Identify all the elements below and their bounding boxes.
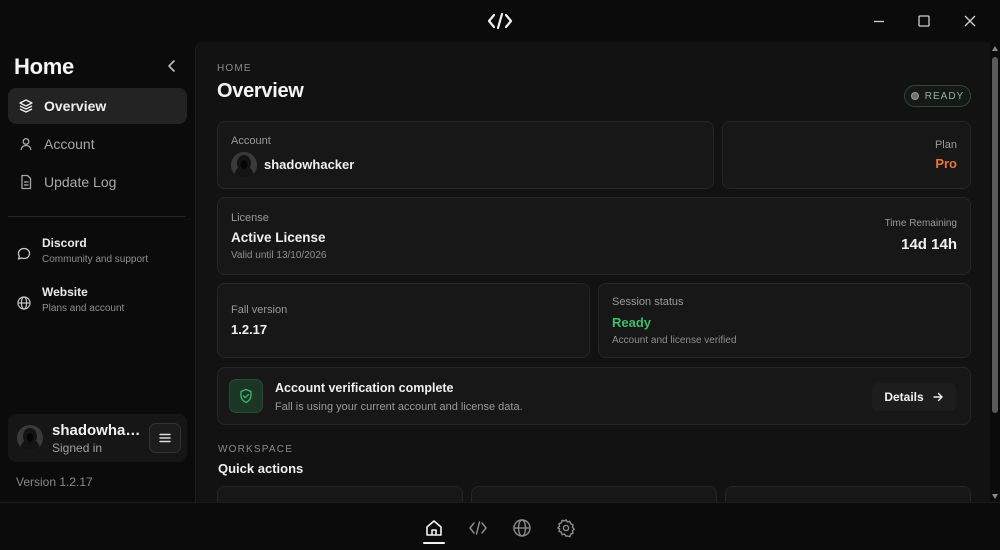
user-icon	[18, 136, 34, 152]
globe-icon	[16, 295, 32, 311]
page-title: Overview	[217, 80, 304, 102]
document-icon	[18, 174, 34, 190]
user-status: Signed in	[52, 441, 103, 455]
license-valid-until: Valid until 13/10/2026	[231, 250, 327, 261]
discord-link[interactable]: Discord Community and support	[16, 236, 186, 272]
sidebar-divider	[8, 216, 186, 217]
main-content: HOME Overview READY Account shadowhacker…	[195, 42, 990, 502]
license-value: Active License	[231, 230, 326, 245]
fall-version-label: Fall version	[231, 304, 288, 316]
layers-icon	[18, 98, 34, 114]
verification-message: Fall is using your current account and l…	[275, 401, 523, 413]
status-badge-label: READY	[924, 90, 965, 102]
active-tab-indicator	[423, 542, 445, 544]
plan-label: Plan	[934, 139, 957, 151]
close-icon[interactable]	[960, 11, 980, 31]
home-icon[interactable]	[424, 518, 444, 538]
avatar	[231, 152, 257, 178]
title-bar[interactable]	[0, 0, 1000, 42]
workspace-section-label: WORKSPACE	[218, 444, 294, 455]
code-icon[interactable]	[468, 518, 488, 538]
user-card[interactable]: shadowhacker Signed in	[8, 414, 187, 462]
arrow-right-icon	[932, 392, 943, 402]
details-button[interactable]: Details	[872, 383, 956, 411]
discord-title: Discord	[42, 236, 87, 250]
verification-title: Account verification complete	[275, 381, 454, 395]
status-badge: READY	[904, 85, 971, 107]
details-button-label: Details	[884, 390, 924, 404]
fall-version-card: Fall version 1.2.17	[217, 283, 590, 358]
sidebar-item-update-log[interactable]: Update Log	[8, 164, 187, 200]
website-subtitle: Plans and account	[42, 303, 125, 314]
account-username: shadowhacker	[264, 157, 355, 172]
website-link[interactable]: Website Plans and account	[16, 285, 186, 321]
session-status-value: Ready	[612, 315, 652, 330]
time-remaining-value: 14d 14h	[901, 236, 957, 253]
globe-icon[interactable]	[512, 518, 532, 538]
app-window: Home Overview Account Update Log Discord…	[0, 0, 1000, 550]
session-status-detail: Account and license verified	[612, 335, 737, 346]
chat-bubble-icon	[16, 246, 32, 262]
minimize-icon[interactable]	[869, 11, 889, 31]
plan-card: Plan Pro	[722, 121, 971, 189]
user-menu-button[interactable]	[149, 423, 181, 453]
bottom-nav	[0, 502, 1000, 550]
sidebar-item-label: Account	[44, 136, 95, 152]
scroll-up-arrow-icon[interactable]	[992, 46, 998, 51]
settings-gear-icon[interactable]	[556, 518, 576, 538]
verification-banner: Account verification complete Fall is us…	[217, 367, 971, 425]
fall-version-value: 1.2.17	[231, 322, 268, 337]
breadcrumb: HOME	[217, 63, 252, 74]
user-name: shadowhacker	[52, 422, 144, 439]
sidebar-item-label: Update Log	[44, 174, 117, 190]
license-card: License Active License Valid until 13/10…	[217, 197, 971, 275]
sidebar-item-label: Overview	[44, 98, 107, 114]
license-label: License	[231, 212, 269, 224]
maximize-icon[interactable]	[914, 11, 934, 31]
sidebar-title: Home	[14, 54, 74, 79]
hamburger-menu-icon	[159, 433, 171, 443]
vertical-scrollbar[interactable]	[990, 42, 1000, 502]
quick-actions-title: Quick actions	[218, 461, 304, 476]
quick-action-card[interactable]	[471, 486, 717, 502]
account-card: Account shadowhacker	[217, 121, 714, 189]
plan-value: Pro	[935, 156, 957, 171]
shield-check-icon	[229, 379, 263, 413]
chevron-left-icon[interactable]	[164, 58, 180, 74]
session-status-card: Session status Ready Account and license…	[598, 283, 971, 358]
avatar	[17, 425, 43, 451]
status-dot-icon	[910, 92, 919, 100]
sidebar-item-account[interactable]: Account	[8, 126, 187, 162]
quick-action-card[interactable]	[725, 486, 971, 502]
website-title: Website	[42, 285, 88, 299]
scroll-down-arrow-icon[interactable]	[992, 494, 998, 499]
scrollbar-thumb[interactable]	[992, 57, 998, 413]
sidebar-item-overview[interactable]: Overview	[8, 88, 187, 124]
quick-action-card[interactable]	[217, 486, 463, 502]
session-status-label: Session status	[612, 296, 684, 308]
time-remaining-label: Time Remaining	[884, 218, 957, 229]
code-brackets-icon	[487, 12, 513, 30]
sidebar: Home Overview Account Update Log Discord…	[0, 42, 195, 502]
account-label: Account	[231, 135, 271, 147]
discord-subtitle: Community and support	[42, 254, 149, 265]
app-version: Version 1.2.17	[16, 475, 93, 489]
